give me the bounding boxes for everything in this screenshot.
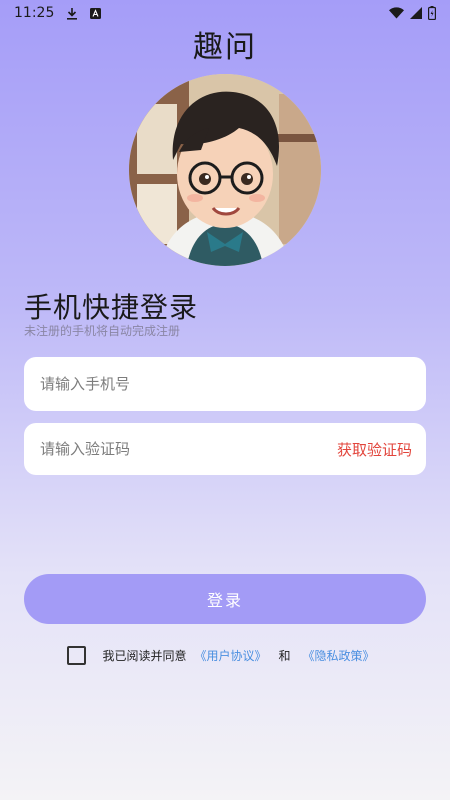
download-icon [66,7,78,20]
status-left: 11:25 [14,5,102,21]
battery-icon [428,6,436,20]
avatar-illustration [129,74,321,266]
agreement-and: 和 [278,649,291,663]
privacy-policy-link[interactable]: 《隐私政策》 [303,647,375,664]
avatar [129,74,321,266]
agreement-checkbox[interactable] [67,646,87,665]
login-title: 手机快捷登录 [24,291,199,324]
status-right [389,6,436,20]
agreement-prefix: 我已阅读并同意 [102,649,187,663]
phone-input[interactable] [38,374,412,394]
agreement-row: 我已阅读并同意 《用户协议》 和 《隐私政策》 [0,646,450,665]
app-title: 趣问 [193,30,257,65]
get-code-button[interactable]: 获取验证码 [337,439,412,460]
login-button[interactable]: 登录 [24,574,426,624]
wifi-icon [389,7,404,19]
login-subtitle: 未注册的手机将自动完成注册 [24,324,181,338]
status-time: 11:25 [14,5,55,21]
user-agreement-link[interactable]: 《用户协议》 [194,647,266,664]
phone-field[interactable] [24,357,426,411]
a-badge-icon [90,7,102,19]
code-field[interactable]: 获取验证码 [24,423,426,475]
verification-code-input[interactable] [38,439,337,459]
signal-icon [410,7,422,19]
